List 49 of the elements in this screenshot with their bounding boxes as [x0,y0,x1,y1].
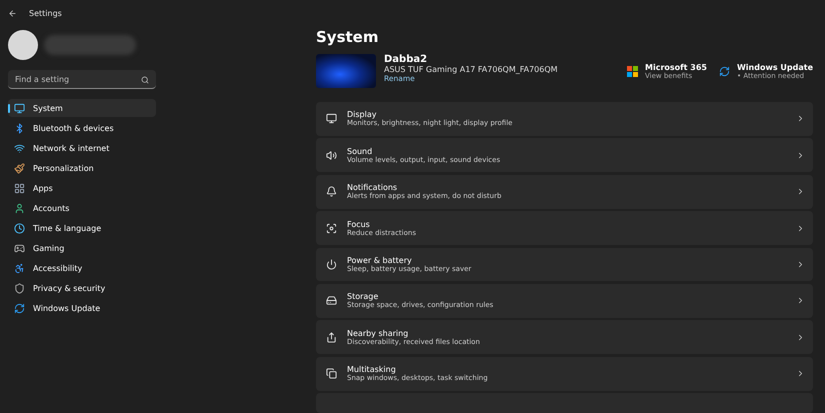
avatar [8,30,38,60]
wifi-icon [14,142,25,154]
sidebar-item[interactable]: Time & language [8,219,156,237]
chevron-icon [796,187,805,196]
chevron-icon [796,114,805,124]
sidebar-item[interactable]: Privacy & security [8,279,156,297]
shield-icon [14,282,25,294]
search-icon[interactable] [141,76,149,84]
sidebar-item[interactable]: Accessibility [8,259,156,277]
share-icon [326,332,337,343]
bluetooth-icon [14,122,25,134]
window-title: Settings [29,8,62,18]
sidebar-item[interactable]: Apps [8,179,156,197]
drive-icon [326,295,337,306]
tiles-logo-icon [627,66,638,76]
clock-icon [14,222,25,234]
device-name: Dabba2 [384,54,428,65]
chevron-icon [796,150,805,160]
grid-icon [14,182,25,194]
paintbrush-icon [14,162,25,174]
refresh-icon [718,66,730,76]
back-icon[interactable] [8,8,17,18]
gamepad-icon [14,242,25,254]
accessibility-icon [14,262,25,274]
speaker-icon [326,150,337,161]
chevron-icon [796,332,805,342]
search-field[interactable]: Find a setting [8,70,156,89]
sidebar-item[interactable]: Network & internet [8,139,156,157]
person-icon [14,202,25,214]
promo-title[interactable]: Microsoft 365 [645,62,707,72]
sidebar-item[interactable]: Accounts [8,199,156,217]
monitor-icon [14,102,25,114]
sidebar-item[interactable]: System [8,99,156,117]
wallpaper-thumbnail [316,54,376,88]
refresh-icon [14,302,25,314]
chevron-icon [796,260,805,269]
page-title: System [316,28,380,46]
chevron-icon [796,296,805,306]
sidebar-item[interactable]: Gaming [8,239,156,257]
device-model: ASUS TUF Gaming A17 FA706QM_FA706QM [384,65,558,74]
focus-icon [326,222,337,234]
chevron-icon [796,224,805,233]
power-icon [326,259,337,270]
chevron-icon [796,369,805,378]
bell-icon [326,186,337,198]
sidebar-item[interactable]: Bluetooth & devices [8,119,156,137]
sidebar-item[interactable]: Personalization [8,159,156,177]
promo-title[interactable]: Windows Update [736,62,813,72]
sidebar-item[interactable]: Windows Update [8,299,156,317]
